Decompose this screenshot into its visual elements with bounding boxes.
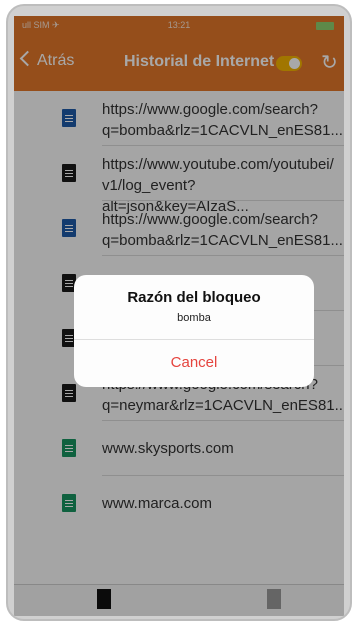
cancel-button[interactable]: Cancel bbox=[74, 339, 314, 387]
phone-frame: ull SIM ✈ 13:21 Atrás Historial de Inter… bbox=[6, 4, 352, 621]
app-screen: ull SIM ✈ 13:21 Atrás Historial de Inter… bbox=[14, 16, 344, 616]
dialog-message: bomba bbox=[177, 312, 211, 324]
block-reason-dialog: Razón del bloqueo bomba Cancel bbox=[74, 275, 314, 387]
dialog-title: Razón del bloqueo bbox=[127, 289, 261, 306]
